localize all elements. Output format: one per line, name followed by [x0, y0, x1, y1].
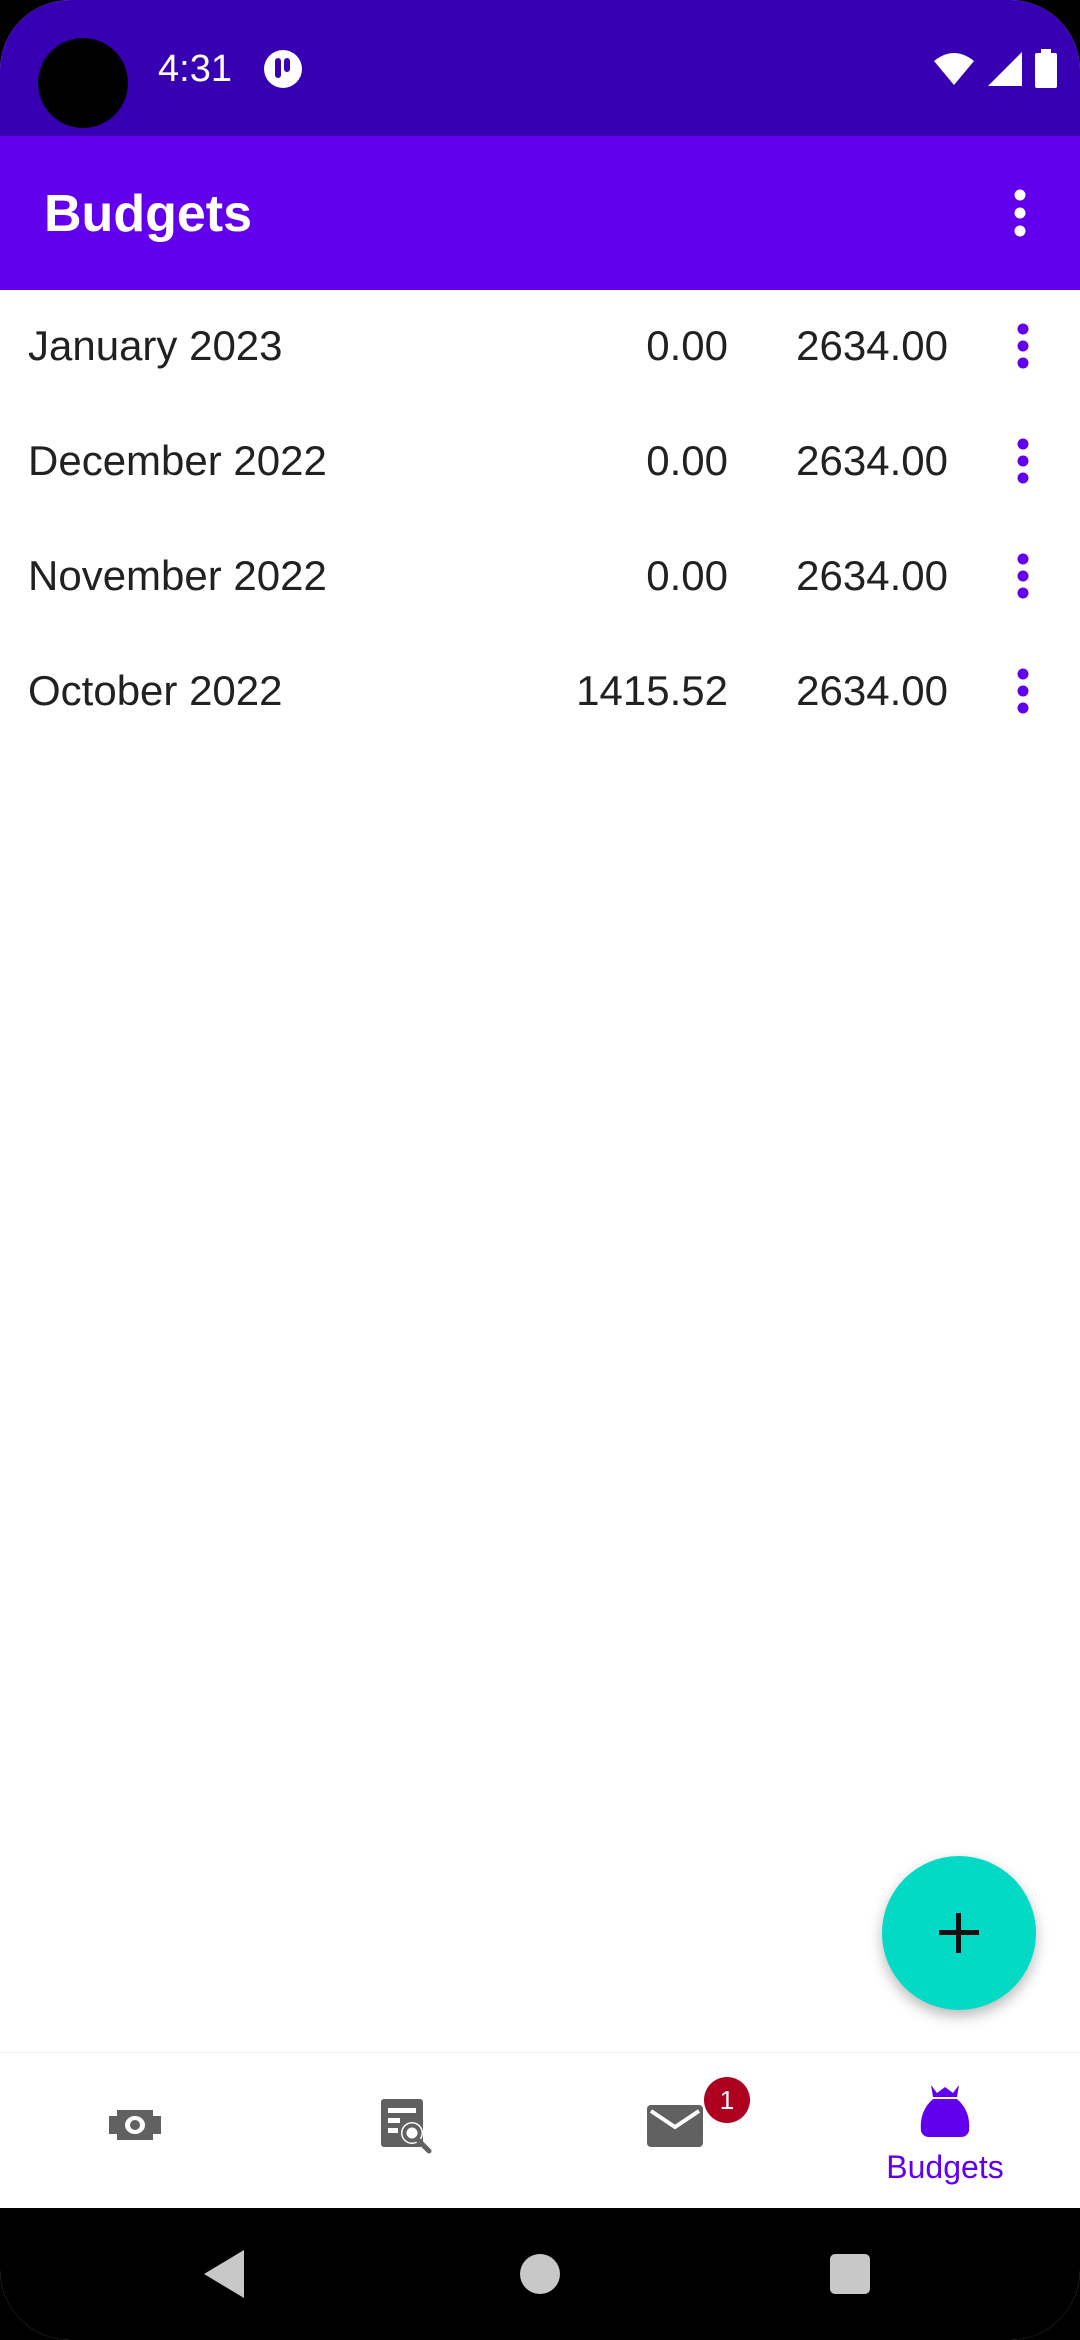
budget-total: 2634.00: [796, 667, 948, 714]
nav-item-budgets[interactable]: Budgets: [810, 2053, 1080, 2209]
nav-item-mail[interactable]: 1: [540, 2053, 810, 2209]
plus-icon: [939, 1913, 979, 1953]
recents-icon[interactable]: [820, 2244, 880, 2304]
list-item[interactable]: December 2022 0.00 2634.00: [0, 405, 1080, 520]
more-vert-icon: [1014, 189, 1026, 237]
more-vert-icon: [1017, 438, 1029, 484]
row-menu-button[interactable]: [988, 308, 1058, 384]
row-menu-button[interactable]: [988, 538, 1058, 614]
status-time: 4:31: [158, 48, 232, 90]
budget-month: October 2022: [28, 667, 283, 714]
more-vert-icon: [1017, 323, 1029, 369]
status-bar: 4:31: [0, 0, 1080, 136]
budget-spent: 0.00: [646, 322, 728, 369]
budget-spent: 0.00: [646, 552, 728, 599]
nav-item-money[interactable]: [0, 2053, 270, 2209]
system-navigation-bar: [0, 2208, 1080, 2340]
bottom-navigation: 1 Budgets: [0, 2052, 1080, 2209]
more-vert-icon: [1017, 668, 1029, 714]
budget-list: January 2023 0.00 2634.00 December 2022 …: [0, 290, 1080, 750]
budget-month: December 2022: [28, 437, 327, 484]
overflow-menu-button[interactable]: [980, 173, 1060, 253]
row-menu-button[interactable]: [988, 423, 1058, 499]
budget-total: 2634.00: [796, 322, 948, 369]
money-icon: [109, 2110, 161, 2140]
budget-bag-icon: [920, 2085, 970, 2137]
notification-badge: 1: [704, 2077, 750, 2123]
wifi-icon: [934, 53, 974, 85]
add-budget-button[interactable]: [882, 1856, 1036, 2010]
list-item[interactable]: January 2023 0.00 2634.00: [0, 290, 1080, 405]
budget-month: November 2022: [28, 552, 327, 599]
back-icon[interactable]: [196, 2244, 256, 2304]
budget-spent: 0.00: [646, 437, 728, 484]
budget-spent: 1415.52: [576, 667, 728, 714]
app-notification-icon: [264, 50, 302, 88]
mail-icon: [647, 2105, 703, 2147]
status-icons: [932, 48, 1058, 90]
more-vert-icon: [1017, 553, 1029, 599]
search-list-icon: [381, 2099, 432, 2154]
phone-screen: 4:31 Budgets January 2023 0.00 2634.00 D…: [0, 0, 1080, 2340]
signal-icon: [988, 52, 1022, 86]
nav-label-budgets: Budgets: [886, 2149, 1004, 2185]
battery-icon: [1035, 49, 1057, 88]
list-item[interactable]: November 2022 0.00 2634.00: [0, 520, 1080, 635]
budget-total: 2634.00: [796, 552, 948, 599]
home-icon[interactable]: [510, 2244, 570, 2304]
list-item[interactable]: October 2022 1415.52 2634.00: [0, 635, 1080, 750]
nav-item-search[interactable]: [270, 2053, 540, 2209]
row-menu-button[interactable]: [988, 653, 1058, 729]
page-title: Budgets: [44, 185, 252, 243]
app-bar: Budgets: [0, 136, 1080, 290]
budget-total: 2634.00: [796, 437, 948, 484]
budget-month: January 2023: [28, 322, 283, 369]
camera-cutout: [38, 38, 128, 128]
